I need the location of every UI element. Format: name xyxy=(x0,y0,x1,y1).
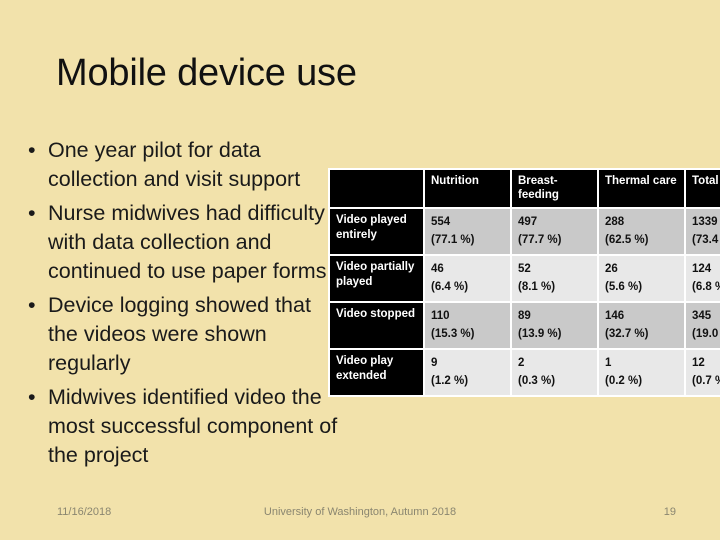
table-row: Video stopped 110 (15.3 %) 89 (13.9 %) 1… xyxy=(330,303,720,348)
row-label: Video partially played xyxy=(330,256,423,301)
table-cell: 146 (32.7 %) xyxy=(599,303,684,348)
table-cell: 124 (6.8 %) xyxy=(686,256,720,301)
cell-count: 46 xyxy=(431,263,444,275)
footer-course: University of Washington, Autumn 2018 xyxy=(263,506,457,518)
cell-percent: (6.4 %) xyxy=(431,281,469,293)
cell-percent: (77.7 %) xyxy=(518,234,562,246)
table-body: Video played entirely 554 (77.1 %) 497 (… xyxy=(330,209,720,395)
cell-count: 1 xyxy=(605,357,612,369)
column-header-total: Total xyxy=(686,170,720,207)
cell-percent: (8.1 %) xyxy=(518,281,556,293)
list-item: • Device logging showed that the videos … xyxy=(24,291,344,378)
table-row: Video play extended 9 (1.2 %) 2 (0.3 %) … xyxy=(330,350,720,395)
table-header: Nutrition Breast-feeding Thermal care To… xyxy=(330,170,720,207)
table-cell: 46 (6.4 %) xyxy=(425,256,510,301)
list-item-text: One year pilot for data collection and v… xyxy=(48,138,301,191)
column-header-nutrition: Nutrition xyxy=(425,170,510,207)
table-cell: 9 (1.2 %) xyxy=(425,350,510,395)
cell-count: 12 xyxy=(692,357,705,369)
column-header-thermal-care: Thermal care xyxy=(599,170,684,207)
cell-percent: (0.3 %) xyxy=(518,375,556,387)
cell-count: 26 xyxy=(605,263,618,275)
slide-canvas: Mobile device use • One year pilot for d… xyxy=(0,0,720,540)
table-cell: 497 (77.7 %) xyxy=(512,209,597,254)
cell-count: 52 xyxy=(518,263,531,275)
list-item: • One year pilot for data collection and… xyxy=(24,136,344,194)
row-label: Video stopped xyxy=(330,303,423,348)
table-cell: 345 (19.0 %) xyxy=(686,303,720,348)
cell-percent: (0.2 %) xyxy=(605,375,643,387)
list-item-text: Midwives identified video the most succe… xyxy=(48,385,338,467)
table-cell: 2 (0.3 %) xyxy=(512,350,597,395)
cell-count: 9 xyxy=(431,357,438,369)
list-item-text: Nurse midwives had difficulty with data … xyxy=(48,201,327,283)
list-item-text: Device logging showed that the videos we… xyxy=(48,293,311,375)
list-item: • Nurse midwives had difficulty with dat… xyxy=(24,199,344,286)
cell-count: 288 xyxy=(605,216,625,228)
bullet-dot-icon: • xyxy=(28,385,36,409)
cell-count: 89 xyxy=(518,310,531,322)
cell-percent: (6.8 %) xyxy=(692,281,720,293)
page-title: Mobile device use xyxy=(56,52,357,94)
cell-count: 110 xyxy=(431,310,450,322)
list-item: • Midwives identified video the most suc… xyxy=(24,383,344,470)
cell-percent: (13.9 %) xyxy=(518,328,562,340)
cell-percent: (62.5 %) xyxy=(605,234,649,246)
table-cell: 26 (5.6 %) xyxy=(599,256,684,301)
table-cell: 1339 (73.4 %) xyxy=(686,209,720,254)
table-cell: 110 (15.3 %) xyxy=(425,303,510,348)
column-header-breastfeeding: Breast-feeding xyxy=(512,170,597,207)
bullet-dot-icon: • xyxy=(28,293,36,317)
table-cell: 12 (0.7 %) xyxy=(686,350,720,395)
table-cell: 1 (0.2 %) xyxy=(599,350,684,395)
bullet-dot-icon: • xyxy=(28,201,36,225)
cell-count: 497 xyxy=(518,216,538,228)
cell-count: 124 xyxy=(692,263,712,275)
cell-percent: (1.2 %) xyxy=(431,375,469,387)
cell-percent: (32.7 %) xyxy=(605,328,649,340)
cell-count: 2 xyxy=(518,357,525,369)
cell-percent: (5.6 %) xyxy=(605,281,643,293)
footer-page-number: 19 xyxy=(663,506,676,518)
cell-count: 554 xyxy=(431,216,451,228)
cell-percent: (15.3 %) xyxy=(431,328,475,340)
row-label: Video played entirely xyxy=(330,209,423,254)
cell-count: 146 xyxy=(605,310,625,322)
column-header-blank xyxy=(330,170,423,207)
table-row: Video partially played 46 (6.4 %) 52 (8.… xyxy=(330,256,720,301)
cell-percent: (73.4 %) xyxy=(692,234,720,246)
cell-percent: (77.1 %) xyxy=(431,234,475,246)
bullet-dot-icon: • xyxy=(28,138,36,162)
table-row: Video played entirely 554 (77.1 %) 497 (… xyxy=(330,209,720,254)
row-label: Video play extended xyxy=(330,350,423,395)
table-header-row: Nutrition Breast-feeding Thermal care To… xyxy=(330,170,720,207)
video-playback-table: Nutrition Breast-feeding Thermal care To… xyxy=(328,168,720,397)
cell-percent: (0.7 %) xyxy=(692,375,720,387)
table-cell: 89 (13.9 %) xyxy=(512,303,597,348)
table-cell: 52 (8.1 %) xyxy=(512,256,597,301)
cell-count: 345 xyxy=(692,310,712,322)
cell-count: 1339 xyxy=(692,216,718,228)
slide-footer: 11/16/2018 University of Washington, Aut… xyxy=(0,506,720,526)
bullet-list: • One year pilot for data collection and… xyxy=(24,136,344,475)
table-cell: 288 (62.5 %) xyxy=(599,209,684,254)
cell-percent: (19.0 %) xyxy=(692,328,720,340)
table-cell: 554 (77.1 %) xyxy=(425,209,510,254)
